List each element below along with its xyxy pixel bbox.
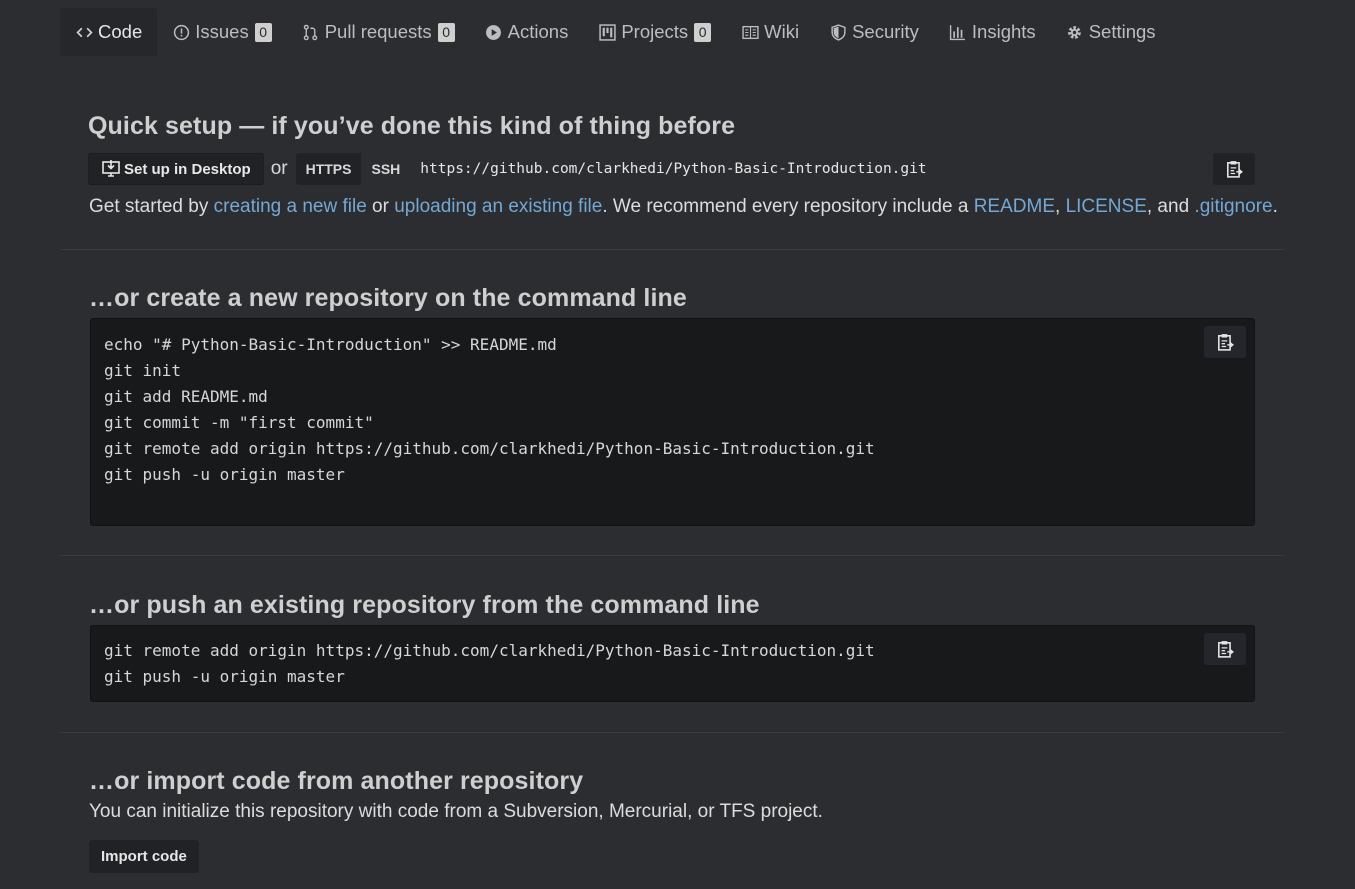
and-text: , and	[1146, 196, 1195, 217]
tab-issues-label: Issues	[195, 21, 249, 42]
tab-security-label: Security	[852, 21, 919, 42]
readme-link[interactable]: README	[974, 196, 1055, 217]
https-button[interactable]: HTTPS	[295, 153, 362, 185]
clone-url-row: Set up in Desktop or HTTPS SSH	[88, 153, 1255, 185]
get-started-text: Get started by creating a new file or up…	[89, 196, 1278, 218]
clipboard-icon	[1218, 641, 1234, 658]
create-repo-code-block: echo "# Python-Basic-Introduction" >> RE…	[90, 318, 1255, 526]
divider	[60, 249, 1285, 250]
license-link[interactable]: LICENSE	[1066, 196, 1147, 217]
tab-security[interactable]: Security	[814, 8, 934, 56]
tab-settings-label: Settings	[1088, 21, 1156, 42]
create-repo-heading: …or create a new repository on the comma…	[89, 284, 687, 312]
recommend-text: . We recommend every repository include …	[602, 196, 974, 217]
tab-insights[interactable]: Insights	[934, 8, 1051, 56]
setup-in-desktop-button[interactable]: Set up in Desktop	[88, 153, 264, 185]
push-repo-heading: …or push an existing repository from the…	[89, 591, 760, 619]
clone-url-input[interactable]	[410, 153, 1213, 185]
project-icon	[598, 23, 616, 41]
repo-nav-tabs: Code Issues 0 Pull requests 0 Actions Pr…	[60, 8, 1171, 56]
tab-projects-label: Projects	[621, 21, 689, 42]
tab-pull-requests-label: Pull requests	[324, 21, 432, 42]
clipboard-icon	[1227, 161, 1243, 178]
copy-create-repo-button[interactable]	[1204, 326, 1246, 358]
projects-count-badge: 0	[694, 22, 712, 42]
tab-actions[interactable]: Actions	[470, 8, 584, 56]
push-repo-commands[interactable]: git remote add origin https://github.com…	[91, 626, 1254, 690]
get-started-prefix: Get started by	[89, 196, 214, 217]
push-repo-code-block: git remote add origin https://github.com…	[90, 625, 1255, 702]
book-icon	[741, 23, 759, 41]
or-separator: or	[270, 158, 288, 179]
pull-requests-count-badge: 0	[437, 22, 455, 42]
or-text: or	[366, 196, 395, 217]
clipboard-icon	[1218, 334, 1234, 351]
tab-insights-label: Insights	[971, 21, 1036, 42]
graph-icon	[949, 23, 967, 41]
creating-new-file-link[interactable]: creating a new file	[214, 196, 367, 217]
tab-settings[interactable]: Settings	[1051, 8, 1171, 56]
desktop-download-icon	[102, 160, 120, 177]
import-description: You can initialize this repository with …	[89, 801, 823, 822]
create-repo-commands[interactable]: echo "# Python-Basic-Introduction" >> RE…	[91, 319, 1254, 488]
copy-push-repo-button[interactable]	[1204, 633, 1246, 665]
import-code-button[interactable]: Import code	[89, 840, 199, 873]
quick-setup-heading: Quick setup — if you’ve done this kind o…	[88, 112, 736, 140]
gitignore-link[interactable]: .gitignore	[1194, 196, 1272, 217]
play-icon	[485, 23, 503, 41]
tab-wiki-label: Wiki	[764, 21, 800, 42]
tab-projects[interactable]: Projects 0	[583, 8, 726, 56]
tab-code-label: Code	[98, 21, 143, 42]
tab-actions-label: Actions	[507, 21, 569, 42]
shield-icon	[829, 23, 847, 41]
gear-icon	[1066, 23, 1084, 41]
tab-code[interactable]: Code	[60, 8, 158, 56]
pull-request-icon	[302, 23, 320, 41]
divider	[60, 555, 1285, 556]
import-repo-heading: …or import code from another repository	[89, 767, 584, 795]
issue-icon	[172, 23, 190, 41]
tab-wiki[interactable]: Wiki	[726, 8, 814, 56]
ssh-button[interactable]: SSH	[361, 153, 410, 185]
uploading-existing-file-link[interactable]: uploading an existing file	[394, 196, 602, 217]
code-icon	[75, 23, 93, 41]
copy-clone-url-button[interactable]	[1213, 153, 1255, 185]
tab-pull-requests[interactable]: Pull requests 0	[287, 8, 470, 56]
divider	[60, 732, 1285, 733]
issues-count-badge: 0	[254, 22, 272, 42]
tab-issues[interactable]: Issues 0	[157, 8, 286, 56]
setup-in-desktop-label: Set up in Desktop	[124, 160, 251, 178]
period-text: .	[1272, 196, 1278, 217]
comma-text: ,	[1055, 196, 1066, 217]
